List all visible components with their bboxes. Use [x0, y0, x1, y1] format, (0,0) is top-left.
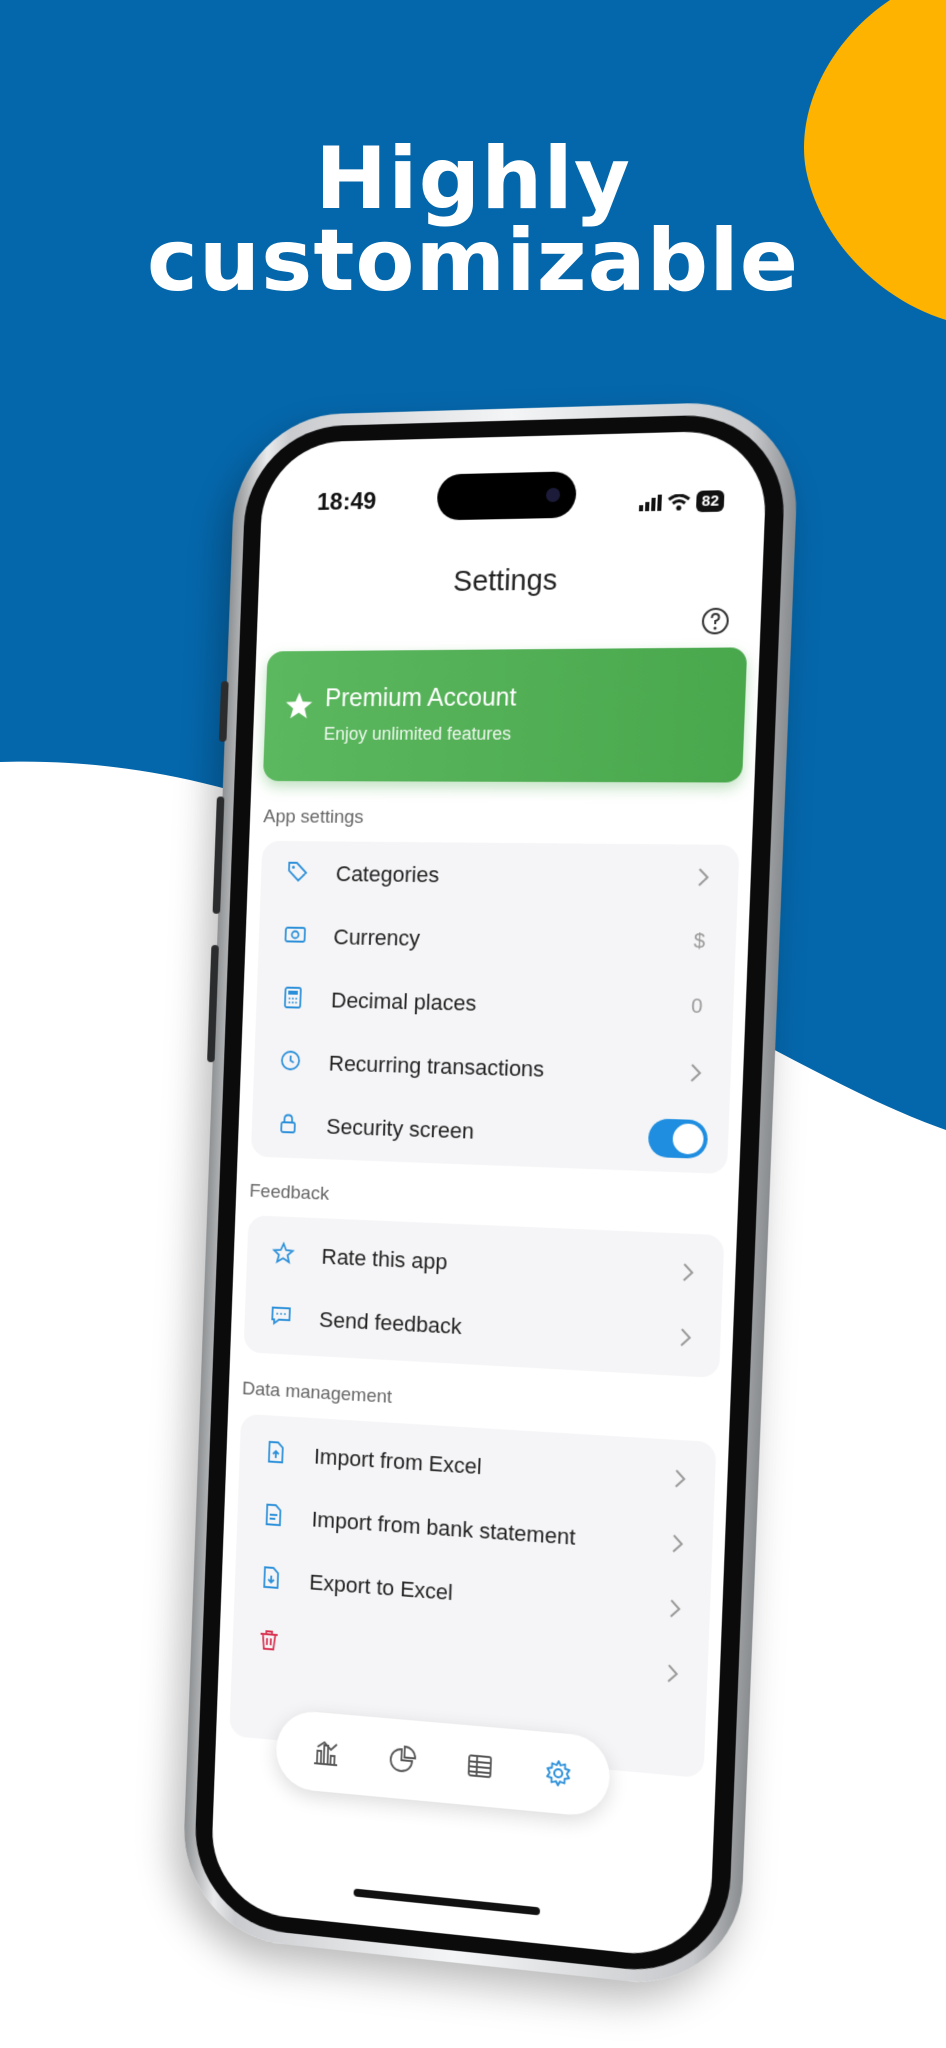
- row-label: Security screen: [325, 1113, 475, 1144]
- trash-icon: [257, 1627, 281, 1654]
- chevron-right-icon: [669, 1598, 682, 1619]
- headline-line2: customizable: [146, 211, 800, 311]
- row-label: Rate this app: [321, 1243, 448, 1275]
- phone-mockup: 18:49 82 Settings Premium Account Enjoy …: [180, 400, 801, 1994]
- settings-row-currency[interactable]: Currency $: [258, 904, 737, 976]
- row-label: Recurring transactions: [328, 1050, 545, 1082]
- chevron-right-icon: [674, 1468, 687, 1489]
- page-title: Settings: [452, 564, 558, 598]
- row-label: Decimal places: [330, 987, 477, 1016]
- tag-icon: [286, 859, 310, 885]
- premium-subtitle: Enjoy unlimited features: [323, 723, 512, 744]
- battery-icon: 82: [696, 490, 725, 513]
- row-value: $: [693, 930, 706, 953]
- premium-title: Premium Account: [324, 683, 517, 713]
- wifi-icon: [668, 493, 691, 511]
- calculator-icon: [281, 985, 305, 1011]
- star-outline-icon: [271, 1240, 295, 1267]
- row-label: Categories: [335, 861, 440, 888]
- pie-chart-icon: [387, 1743, 417, 1775]
- row-label: Send feedback: [318, 1306, 463, 1340]
- tab-analytics[interactable]: [384, 1740, 420, 1779]
- clock-icon: [279, 1047, 303, 1073]
- tab-reports[interactable]: [308, 1733, 344, 1772]
- chevron-right-icon: [666, 1663, 679, 1684]
- row-value: 0: [690, 995, 703, 1019]
- file-export-icon: [259, 1564, 283, 1591]
- chat-icon: [269, 1303, 293, 1330]
- app-screen: 18:49 82 Settings Premium Account Enjoy …: [209, 429, 769, 1962]
- home-indicator: [353, 1888, 541, 1916]
- cellular-icon: [639, 494, 663, 511]
- security-screen-toggle[interactable]: [647, 1118, 709, 1159]
- lock-icon: [276, 1110, 300, 1136]
- chevron-right-icon: [679, 1327, 692, 1348]
- settings-icon: [542, 1757, 573, 1790]
- headline-line1: Highly: [315, 129, 631, 229]
- row-label: Import from Excel: [313, 1443, 483, 1480]
- bar-chart-icon: [311, 1736, 341, 1768]
- status-icons: 82: [639, 490, 725, 513]
- file-import-icon: [264, 1439, 288, 1466]
- chevron-right-icon: [697, 867, 710, 888]
- feedback-card: Rate this app Send feedback: [243, 1215, 725, 1379]
- status-time: 18:49: [316, 487, 377, 516]
- row-label: Import from bank statement: [311, 1506, 576, 1550]
- tab-settings[interactable]: [539, 1754, 576, 1793]
- section-label-feedback: Feedback: [249, 1180, 330, 1205]
- chevron-right-icon: [689, 1063, 702, 1084]
- table-icon: [467, 1755, 491, 1779]
- row-label: Currency: [333, 924, 421, 951]
- chevron-right-icon: [671, 1533, 684, 1554]
- chevron-right-icon: [682, 1262, 695, 1283]
- section-label-data-management: Data management: [241, 1378, 393, 1408]
- row-label: Export to Excel: [308, 1569, 454, 1606]
- section-label-app-settings: App settings: [263, 806, 364, 828]
- help-icon[interactable]: [700, 607, 730, 636]
- currency-icon: [283, 922, 307, 948]
- settings-row-categories[interactable]: Categories: [260, 841, 739, 911]
- tab-transactions[interactable]: [461, 1747, 498, 1786]
- status-bar: 18:49 82: [260, 430, 768, 542]
- star-icon: [285, 692, 313, 719]
- settings-row-security-screen[interactable]: Security screen: [251, 1092, 730, 1172]
- app-settings-card: Categories Currency $ Decimal places 0 R…: [250, 840, 740, 1175]
- dynamic-island: [436, 471, 577, 521]
- premium-banner[interactable]: Premium Account Enjoy unlimited features: [262, 647, 748, 783]
- headline: Highly customizable: [0, 129, 946, 311]
- file-text-icon: [262, 1501, 286, 1528]
